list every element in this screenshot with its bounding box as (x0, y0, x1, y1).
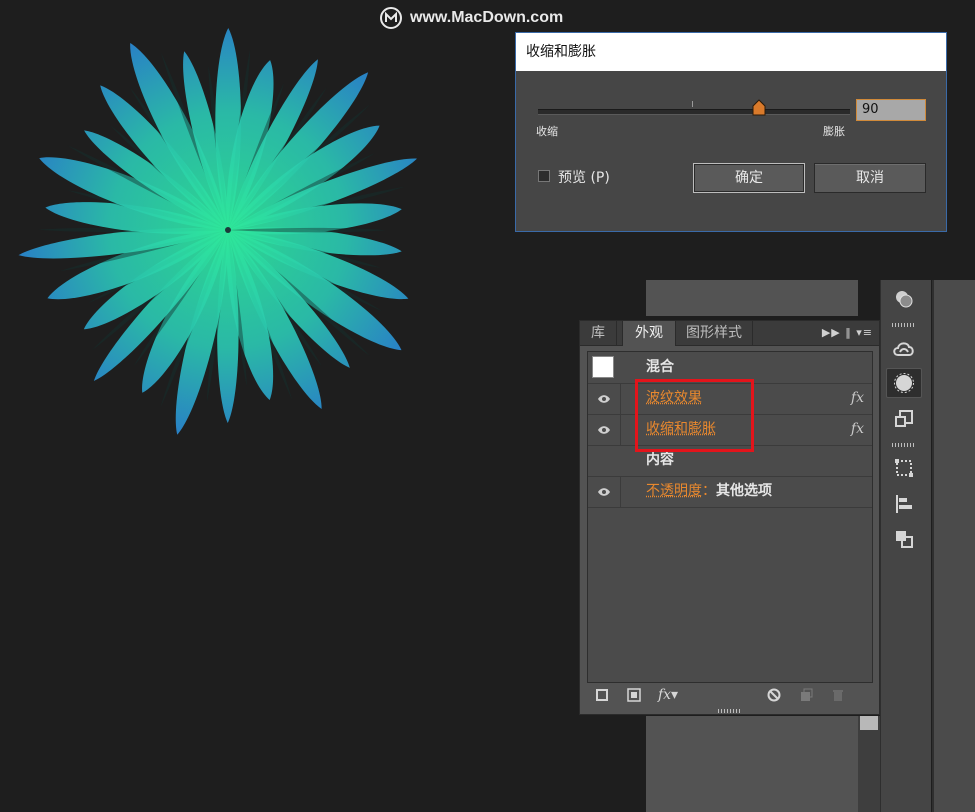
document-area-bottom (646, 716, 858, 812)
fx-icon[interactable]: fx (851, 383, 864, 414)
list-item-ripple[interactable]: 波纹效果 fx (588, 383, 872, 415)
add-fill-icon[interactable] (626, 687, 642, 703)
slider-center-tick (692, 101, 693, 107)
opacity-row-text: 不透明度：其他选项 (646, 476, 772, 507)
transparency-panel-icon[interactable] (886, 284, 922, 314)
preview-label[interactable]: 预览 (P) (558, 167, 610, 187)
pucker-label: 收缩 (536, 125, 558, 138)
fx-icon[interactable]: fx (851, 414, 864, 445)
delete-item-icon (830, 687, 846, 703)
appearance-list: 混合 波纹效果 fx 收缩和膨胀 fx 内容 不透明度：其他选项 (587, 351, 873, 683)
panel-footer: fx▾ (580, 683, 879, 709)
document-area-top (646, 280, 858, 316)
flower-artwork (18, 28, 417, 435)
duplicate-item-icon (798, 687, 814, 703)
opacity-link[interactable]: 不透明度 (646, 483, 702, 499)
list-item-opacity[interactable]: 不透明度：其他选项 (588, 476, 872, 508)
pucker-bloat-link[interactable]: 收缩和膨胀 (646, 414, 716, 445)
graphic-styles-icon[interactable] (886, 404, 922, 434)
fill-swatch[interactable] (592, 356, 614, 378)
clear-appearance-icon[interactable] (766, 687, 782, 703)
transform-panel-icon[interactable] (886, 453, 922, 483)
dialog-title: 收缩和膨胀 (516, 33, 946, 71)
add-effect-fx-icon[interactable]: fx▾ (656, 687, 680, 703)
panel-resize-grip[interactable] (718, 709, 742, 713)
strip-grip-2[interactable] (892, 443, 916, 447)
amount-input[interactable]: 90 (856, 99, 926, 121)
align-panel-icon[interactable] (886, 489, 922, 519)
pucker-bloat-dialog: 收缩和膨胀 收缩 膨胀 90 预览 (P) 确定 取消 (515, 32, 947, 232)
pucker-bloat-slider[interactable] (538, 109, 850, 115)
scrollbar-thumb[interactable] (860, 716, 878, 730)
blend-label: 混合 (646, 359, 674, 375)
appearance-panel-icon[interactable] (886, 368, 922, 398)
tab-graphic-styles[interactable]: 图形样式 (676, 321, 753, 345)
bloat-label: 膨胀 (823, 125, 845, 138)
visibility-eye-icon[interactable] (588, 414, 621, 445)
tab-libraries[interactable]: 库 (580, 321, 617, 345)
vertical-scrollbar[interactable] (858, 716, 880, 812)
tab-appearance[interactable]: 外观 (622, 321, 676, 346)
visibility-eye-icon[interactable] (588, 383, 621, 414)
strip-grip[interactable] (892, 323, 916, 327)
appearance-panel: 库 外观 图形样式 ▶▶ ‖ ▾≡ 混合 波纹效果 fx 收缩和膨胀 fx 内容 (579, 320, 880, 715)
right-dock-column (932, 280, 975, 812)
opacity-separator: ： (702, 483, 716, 499)
panel-menu-icon[interactable]: ▶▶ ‖ ▾≡ (822, 326, 873, 339)
cancel-button[interactable]: 取消 (814, 163, 926, 193)
pathfinder-panel-icon[interactable] (886, 524, 922, 554)
contents-label: 内容 (646, 452, 674, 468)
opacity-value: 其他选项 (716, 483, 772, 499)
list-item-contents[interactable]: 内容 (588, 445, 872, 477)
cc-libraries-icon[interactable] (886, 333, 922, 363)
list-item-blend[interactable]: 混合 (588, 352, 872, 384)
preview-checkbox[interactable] (538, 170, 550, 182)
list-item-pucker-bloat[interactable]: 收缩和膨胀 fx (588, 414, 872, 446)
visibility-eye-icon[interactable] (588, 476, 621, 507)
panel-tabbar: 库 外观 图形样式 ▶▶ ‖ ▾≡ (580, 321, 879, 346)
add-stroke-icon[interactable] (594, 687, 610, 703)
slider-thumb-icon[interactable] (752, 99, 766, 116)
ripple-effect-link[interactable]: 波纹效果 (646, 383, 702, 414)
ok-button[interactable]: 确定 (693, 163, 805, 193)
